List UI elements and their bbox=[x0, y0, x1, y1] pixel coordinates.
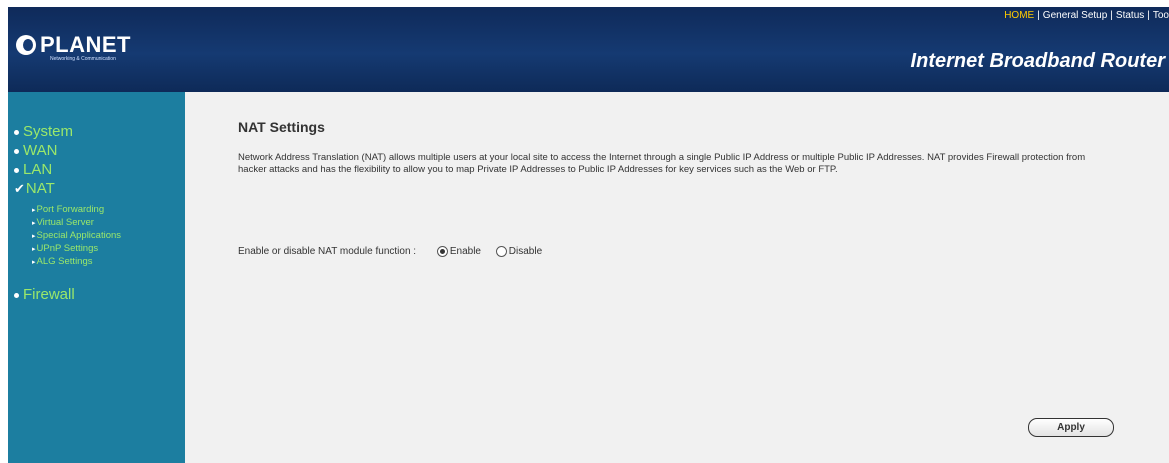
apply-button[interactable]: Apply bbox=[1028, 418, 1114, 437]
bullet-icon bbox=[14, 129, 19, 135]
sidebar-item-nat[interactable]: ✔NAT bbox=[14, 180, 55, 197]
product-title: Internet Broadband Router bbox=[910, 50, 1165, 72]
nav-separator: | bbox=[1037, 10, 1040, 21]
arrow-right-icon: ▸ bbox=[32, 233, 36, 240]
brand-name: PLANET bbox=[40, 32, 131, 57]
arrow-right-icon: ▸ bbox=[32, 259, 36, 266]
sidebar-item-label: WAN bbox=[23, 142, 58, 159]
bullet-icon bbox=[14, 167, 19, 173]
nav-separator: | bbox=[1110, 10, 1113, 21]
bullet-icon bbox=[14, 292, 19, 298]
nav-status-link[interactable]: Status bbox=[1116, 10, 1144, 21]
sidebar-item-label: LAN bbox=[23, 161, 53, 178]
enable-radio[interactable] bbox=[436, 246, 448, 257]
planet-logo-icon bbox=[16, 35, 36, 55]
sidebar-subitem-label: UPnP Settings bbox=[36, 243, 99, 254]
checkmark-icon: ✔ bbox=[14, 181, 25, 196]
sidebar-item-system[interactable]: System bbox=[14, 123, 73, 140]
content-panel: NAT Settings Network Address Translation… bbox=[185, 92, 1169, 463]
sidebar-subitem-port-forwarding[interactable]: ▸Port Forwarding bbox=[32, 204, 104, 215]
enable-radio-option[interactable]: Enable bbox=[436, 246, 481, 258]
disable-radio[interactable] bbox=[495, 246, 507, 257]
sidebar-item-wan[interactable]: WAN bbox=[14, 142, 57, 159]
nav-tools-link[interactable]: Too bbox=[1153, 10, 1169, 21]
disable-radio-label: Disable bbox=[508, 246, 543, 258]
brand-tagline: Networking & Communication bbox=[50, 56, 116, 62]
nat-toggle-label: Enable or disable NAT module function : bbox=[238, 246, 417, 258]
sidebar-menu: System WAN LAN ✔NAT ▸Port Forwarding ▸Vi… bbox=[8, 92, 185, 463]
sidebar-subitem-upnp-settings[interactable]: ▸UPnP Settings bbox=[32, 243, 98, 254]
sidebar-item-label: NAT bbox=[25, 180, 55, 197]
nav-separator: | bbox=[1147, 10, 1150, 21]
bullet-icon bbox=[14, 148, 19, 154]
sidebar-subitem-label: ALG Settings bbox=[36, 256, 93, 267]
sidebar-subitem-special-applications[interactable]: ▸Special Applications bbox=[32, 230, 121, 241]
nav-general-setup-link[interactable]: General Setup bbox=[1043, 10, 1108, 21]
sidebar-subitem-label: Virtual Server bbox=[36, 217, 94, 228]
sidebar-item-lan[interactable]: LAN bbox=[14, 161, 52, 178]
arrow-right-icon: ▸ bbox=[32, 246, 36, 253]
sidebar-subitem-label: Port Forwarding bbox=[36, 204, 105, 215]
sidebar-item-firewall[interactable]: Firewall bbox=[14, 286, 75, 303]
sidebar-item-label: System bbox=[23, 123, 74, 140]
planet-logo: PLANET Networking & Communication bbox=[16, 32, 166, 75]
top-navigation: HOME | General Setup | Status | Too bbox=[1004, 10, 1169, 21]
sidebar-subitem-virtual-server[interactable]: ▸Virtual Server bbox=[32, 217, 94, 228]
page-description: Network Address Translation (NAT) allows… bbox=[238, 152, 1086, 175]
header-banner: PLANET Networking & Communication HOME | G… bbox=[8, 7, 1169, 92]
sidebar-subitem-label: Special Applications bbox=[36, 230, 122, 241]
sidebar-subitem-alg-settings[interactable]: ▸ALG Settings bbox=[32, 256, 93, 267]
arrow-right-icon: ▸ bbox=[32, 220, 36, 227]
arrow-right-icon: ▸ bbox=[32, 207, 36, 214]
page-title: NAT Settings bbox=[238, 119, 325, 135]
disable-radio-option[interactable]: Disable bbox=[495, 246, 543, 258]
nav-home-link[interactable]: HOME bbox=[1004, 10, 1034, 21]
enable-radio-label: Enable bbox=[449, 246, 481, 258]
sidebar-item-label: Firewall bbox=[23, 286, 75, 303]
nat-toggle-row: Enable or disable NAT module function : … bbox=[238, 246, 542, 257]
